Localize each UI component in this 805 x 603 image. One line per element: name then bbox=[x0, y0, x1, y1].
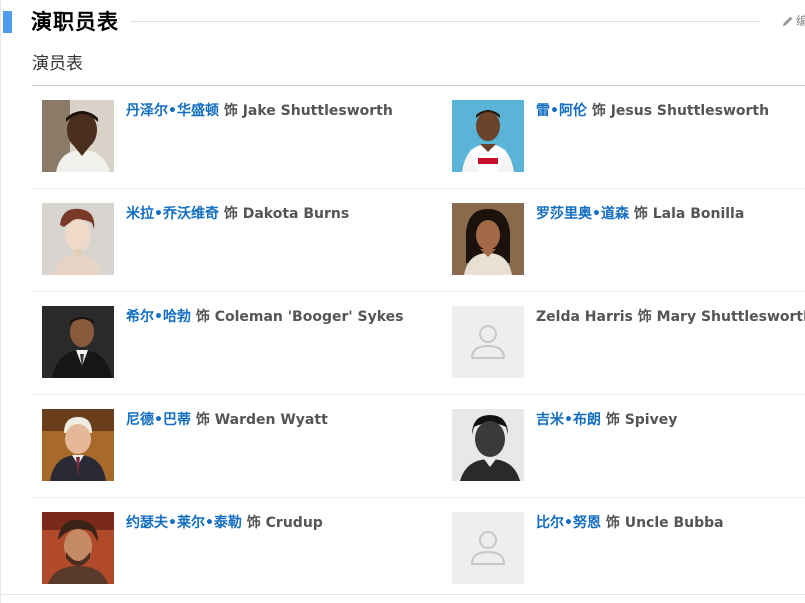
actor-portrait-image bbox=[42, 100, 114, 172]
role-separator: 饰 bbox=[218, 206, 243, 222]
actor-portrait-image bbox=[452, 409, 524, 481]
role-name: Coleman 'Booger' Sykes bbox=[214, 309, 404, 325]
actor-portrait-image bbox=[42, 203, 114, 275]
role-name: Mary Shuttlesworth bbox=[656, 309, 805, 325]
cast-credit: 比尔•努恩 饰 Uncle Bubba bbox=[536, 514, 724, 586]
cast-item: 比尔•努恩 饰 Uncle Bubba bbox=[452, 512, 724, 586]
role-separator: 饰 bbox=[586, 103, 611, 119]
actor-name-link[interactable]: 尼德•巴蒂 bbox=[126, 412, 191, 428]
cast-list: 丹泽尔•华盛顿 饰 Jake Shuttlesworth 雷•阿伦 饰 Jesu… bbox=[32, 86, 805, 601]
cast-subtitle: 演员表 bbox=[32, 54, 83, 74]
cast-item: 米拉•乔沃维奇 饰 Dakota Burns bbox=[42, 203, 349, 277]
actor-portrait-image bbox=[452, 100, 524, 172]
default-avatar-icon bbox=[452, 512, 524, 584]
section-title: 演职员表 bbox=[31, 10, 119, 34]
actor-photo-placeholder[interactable] bbox=[452, 306, 524, 378]
cast-credit: 希尔•哈勃 饰 Coleman 'Booger' Sykes bbox=[126, 308, 404, 380]
actor-name-link[interactable]: 希尔•哈勃 bbox=[126, 309, 191, 325]
cast-item: 希尔•哈勃 饰 Coleman 'Booger' Sykes bbox=[42, 306, 404, 380]
cast-item: 约瑟夫•莱尔•泰勒 饰 Crudup bbox=[42, 512, 323, 586]
actor-name-link[interactable]: 约瑟夫•莱尔•泰勒 bbox=[126, 515, 242, 531]
cast-credit: 米拉•乔沃维奇 饰 Dakota Burns bbox=[126, 205, 349, 277]
actor-photo[interactable] bbox=[42, 512, 114, 584]
cast-row: 米拉•乔沃维奇 饰 Dakota Burns 罗莎里奥•道森 饰 Lala Bo… bbox=[32, 189, 805, 292]
actor-portrait-image bbox=[42, 409, 114, 481]
edit-button[interactable]: 编 bbox=[782, 12, 805, 30]
actor-name-link[interactable]: 雷•阿伦 bbox=[536, 103, 587, 119]
actor-portrait-image bbox=[452, 203, 524, 275]
actor-name-link[interactable]: 比尔•努恩 bbox=[536, 515, 601, 531]
edit-label: 编 bbox=[796, 14, 805, 28]
cast-item: 丹泽尔•华盛顿 饰 Jake Shuttlesworth bbox=[42, 100, 393, 174]
actor-photo[interactable] bbox=[42, 203, 114, 275]
actor-portrait-image bbox=[42, 512, 114, 584]
role-name: Spivey bbox=[624, 412, 678, 428]
role-name: Jesus Shuttlesworth bbox=[610, 103, 770, 119]
cast-item: 雷•阿伦 饰 Jesus Shuttlesworth bbox=[452, 100, 769, 174]
cast-item: 尼德•巴蒂 饰 Warden Wyatt bbox=[42, 409, 328, 483]
actor-name-link[interactable]: 米拉•乔沃维奇 bbox=[126, 206, 219, 222]
role-name: Dakota Burns bbox=[242, 206, 350, 222]
role-separator: 饰 bbox=[218, 103, 243, 119]
actor-photo-placeholder[interactable] bbox=[452, 512, 524, 584]
actor-photo[interactable] bbox=[452, 100, 524, 172]
actor-name-link[interactable]: 吉米•布朗 bbox=[536, 412, 601, 428]
cast-item: Zelda Harris 饰 Mary Shuttlesworth bbox=[452, 306, 805, 380]
section-accent-bar bbox=[3, 11, 12, 33]
cast-credit: 丹泽尔•华盛顿 饰 Jake Shuttlesworth bbox=[126, 102, 393, 174]
actor-name-link[interactable]: 丹泽尔•华盛顿 bbox=[126, 103, 219, 119]
cast-row: 尼德•巴蒂 饰 Warden Wyatt 吉米•布朗 饰 Spivey bbox=[32, 395, 805, 498]
cast-item: 吉米•布朗 饰 Spivey bbox=[452, 409, 677, 483]
cast-row: 约瑟夫•莱尔•泰勒 饰 Crudup 比尔•努恩 饰 Uncle Bubba bbox=[32, 498, 805, 601]
role-name: Warden Wyatt bbox=[214, 412, 328, 428]
role-separator: 饰 bbox=[628, 206, 653, 222]
left-border bbox=[0, 0, 1, 603]
cast-credit: Zelda Harris 饰 Mary Shuttlesworth bbox=[536, 308, 805, 380]
actor-portrait-image bbox=[42, 306, 114, 378]
role-separator: 饰 bbox=[190, 412, 215, 428]
default-avatar-icon bbox=[452, 306, 524, 378]
pencil-icon bbox=[783, 15, 794, 26]
role-name: Jake Shuttlesworth bbox=[242, 103, 393, 119]
cast-row: 希尔•哈勃 饰 Coleman 'Booger' Sykes Zelda Har… bbox=[32, 292, 805, 395]
role-separator: 饰 bbox=[600, 515, 625, 531]
cast-credit: 雷•阿伦 饰 Jesus Shuttlesworth bbox=[536, 102, 769, 174]
role-separator: 饰 bbox=[241, 515, 266, 531]
actor-photo[interactable] bbox=[452, 203, 524, 275]
section-header: 演职员表 编 bbox=[0, 8, 805, 38]
role-name: Uncle Bubba bbox=[624, 515, 724, 531]
role-separator: 饰 bbox=[190, 309, 215, 325]
cast-item: 罗莎里奥•道森 饰 Lala Bonilla bbox=[452, 203, 744, 277]
role-separator: 饰 bbox=[632, 309, 657, 325]
cast-credit: 罗莎里奥•道森 饰 Lala Bonilla bbox=[536, 205, 744, 277]
role-name: Crudup bbox=[265, 515, 323, 531]
role-separator: 饰 bbox=[600, 412, 625, 428]
bottom-divider bbox=[0, 594, 805, 595]
actor-photo[interactable] bbox=[42, 100, 114, 172]
actor-photo[interactable] bbox=[452, 409, 524, 481]
cast-credit: 尼德•巴蒂 饰 Warden Wyatt bbox=[126, 411, 328, 483]
actor-name: Zelda Harris bbox=[536, 309, 633, 325]
actor-name-link[interactable]: 罗莎里奥•道森 bbox=[536, 206, 629, 222]
cast-credit: 约瑟夫•莱尔•泰勒 饰 Crudup bbox=[126, 514, 323, 586]
actor-photo[interactable] bbox=[42, 306, 114, 378]
role-name: Lala Bonilla bbox=[652, 206, 745, 222]
title-divider bbox=[130, 21, 760, 22]
cast-row: 丹泽尔•华盛顿 饰 Jake Shuttlesworth 雷•阿伦 饰 Jesu… bbox=[32, 86, 805, 189]
actor-photo[interactable] bbox=[42, 409, 114, 481]
cast-credit: 吉米•布朗 饰 Spivey bbox=[536, 411, 677, 483]
